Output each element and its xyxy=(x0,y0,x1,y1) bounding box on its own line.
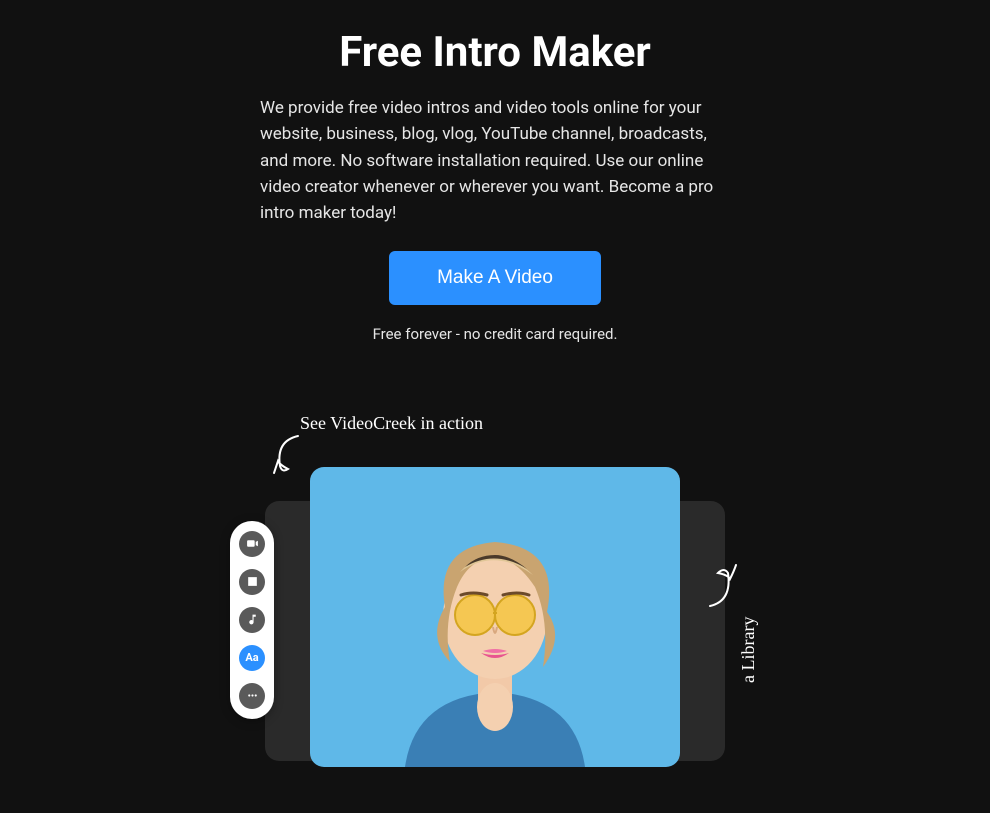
hero-description: We provide free video intros and video t… xyxy=(260,95,730,227)
video-preview xyxy=(310,467,680,767)
text-icon-label: Aa xyxy=(245,651,258,664)
image-icon[interactable] xyxy=(239,569,265,595)
arrow-left-icon xyxy=(268,431,308,481)
text-icon[interactable]: Aa xyxy=(239,645,265,671)
see-action-label: See VideoCreek in action xyxy=(300,413,483,434)
more-icon[interactable] xyxy=(239,683,265,709)
page-title: Free Intro Maker xyxy=(0,28,990,77)
music-icon[interactable] xyxy=(239,607,265,633)
hero-subnote: Free forever - no credit card required. xyxy=(0,325,990,343)
hero-section: Free Intro Maker We provide free video i… xyxy=(0,0,990,343)
video-icon[interactable] xyxy=(239,531,265,557)
editor-toolbar: Aa xyxy=(230,521,274,719)
media-library-label: a Library xyxy=(738,616,759,682)
arrow-right-icon xyxy=(700,561,740,611)
make-video-button[interactable]: Make A Video xyxy=(389,251,601,305)
demo-area: See VideoCreek in action xyxy=(0,413,990,813)
person-illustration xyxy=(365,507,625,767)
